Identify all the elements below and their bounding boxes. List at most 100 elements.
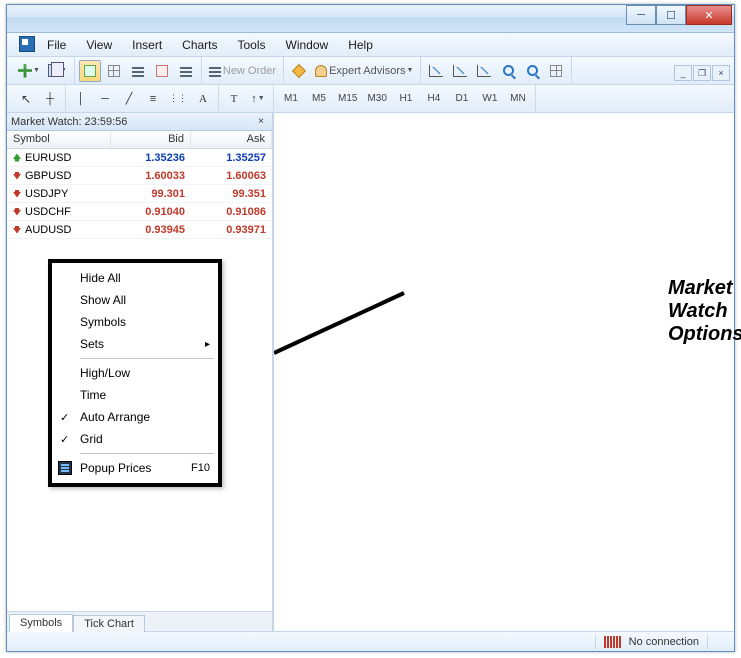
table-row[interactable]: GBPUSD1.600331.60063 [7, 167, 272, 185]
chart-bars-button[interactable] [425, 60, 447, 82]
tab-symbols[interactable]: Symbols [9, 614, 73, 632]
fibo-button[interactable]: ⋮⋮ [166, 88, 190, 110]
timeframe-w1[interactable]: W1 [477, 89, 503, 109]
market-watch-close-button[interactable]: × [254, 115, 268, 129]
table-row[interactable]: USDJPY99.30199.351 [7, 185, 272, 203]
list-icon [180, 65, 192, 77]
workspace: Market Watch: 23:59:56 × Symbol Bid Ask … [7, 113, 734, 631]
cm-hide-all[interactable]: Hide All [52, 267, 218, 289]
timeframe-m1[interactable]: M1 [278, 89, 304, 109]
close-button[interactable]: ✕ [686, 5, 732, 25]
market-watch-tabs: Symbols Tick Chart [7, 611, 272, 631]
titlebar: ─ ☐ ✕ [7, 5, 734, 33]
maximize-button[interactable]: ☐ [656, 5, 686, 25]
expert-advisors-button[interactable]: Expert Advisors▼ [312, 60, 416, 82]
market-watch-panel: Market Watch: 23:59:56 × Symbol Bid Ask … [7, 113, 274, 631]
tick-down-icon [13, 226, 21, 234]
diamond-icon [292, 63, 306, 77]
text-label-button[interactable]: T [223, 88, 245, 110]
grid-icon [108, 65, 120, 77]
cm-grid[interactable]: Grid [52, 428, 218, 450]
menu-insert[interactable]: Insert [122, 34, 172, 56]
market-watch-header: Market Watch: 23:59:56 × [7, 113, 272, 131]
timeframe-mn[interactable]: MN [505, 89, 531, 109]
timeframe-h4[interactable]: H4 [421, 89, 447, 109]
annotation-label: Market Watch Options [668, 277, 741, 346]
tick-down-icon [13, 190, 21, 198]
tick-down-icon [13, 208, 21, 216]
chart-icon [453, 65, 467, 77]
market-watch-context-menu: Hide All Show All Symbols Sets High/Low … [48, 259, 222, 487]
menu-charts[interactable]: Charts [172, 34, 227, 56]
crosshair-button[interactable]: ┼ [39, 88, 61, 110]
timeframe-m15[interactable]: M15 [334, 89, 361, 109]
profiles-button[interactable]: ▼ [45, 60, 70, 82]
horizontal-line-button[interactable]: ─ [94, 88, 116, 110]
connection-icon [604, 636, 621, 648]
timeframe-m5[interactable]: M5 [306, 89, 332, 109]
chart-icon [477, 65, 491, 77]
market-watch-button[interactable] [79, 60, 101, 82]
timeframe-h1[interactable]: H1 [393, 89, 419, 109]
cm-popup-prices[interactable]: Popup Prices F10 [52, 457, 218, 479]
cm-high-low[interactable]: High/Low [52, 362, 218, 384]
mdi-minimize-button[interactable]: _ [674, 65, 692, 81]
col-ask[interactable]: Ask [191, 131, 272, 148]
arrows-button[interactable]: ↑▼ [247, 88, 269, 110]
zoom-in-button[interactable] [497, 60, 519, 82]
chart-icon [429, 65, 443, 77]
col-symbol[interactable]: Symbol [7, 131, 111, 148]
strategy-tester-button[interactable] [175, 60, 197, 82]
market-watch-table: Symbol Bid Ask EURUSD1.352361.35257GBPUS… [7, 131, 272, 239]
cm-time[interactable]: Time [52, 384, 218, 406]
app-icon [19, 36, 35, 52]
panel-icon [156, 65, 168, 77]
toolbar-draw: ↖ ┼ │ ─ ╱ ≡ ⋮⋮ A T ↑▼ M1M5M15M30H1H4D1W1… [7, 85, 734, 113]
cm-symbols[interactable]: Symbols [52, 311, 218, 333]
zoom-out-button[interactable] [521, 60, 543, 82]
cursor-button[interactable]: ↖ [15, 88, 37, 110]
new-chart-button[interactable]: ▼ [15, 60, 43, 82]
table-row[interactable]: USDCHF0.910400.91086 [7, 203, 272, 221]
trendline-button[interactable]: ╱ [118, 88, 140, 110]
cm-show-all[interactable]: Show All [52, 289, 218, 311]
chart-candles-button[interactable] [449, 60, 471, 82]
navigator-button[interactable] [127, 60, 149, 82]
channel-button[interactable]: ≡ [142, 88, 164, 110]
auto-scroll-button[interactable] [545, 60, 567, 82]
zoom-out-icon [527, 65, 538, 76]
text-button[interactable]: A [192, 88, 214, 110]
data-window-button[interactable] [103, 60, 125, 82]
toolbar-main: ▼ ▼ New Order Expert Advisors▼ [7, 57, 734, 85]
tick-down-icon [13, 172, 21, 180]
zoom-in-icon [503, 65, 514, 76]
mdi-restore-button[interactable]: ❐ [693, 65, 711, 81]
table-row[interactable]: EURUSD1.352361.35257 [7, 149, 272, 167]
tick-up-icon [13, 154, 21, 162]
menu-window[interactable]: Window [276, 34, 339, 56]
menu-file[interactable]: File [37, 34, 76, 56]
popup-icon [58, 461, 72, 475]
app-window: ─ ☐ ✕ File View Insert Charts Tools Wind… [6, 4, 735, 652]
order-icon [209, 65, 221, 77]
terminal-button[interactable] [151, 60, 173, 82]
cm-sets[interactable]: Sets [52, 333, 218, 355]
menu-view[interactable]: View [76, 34, 122, 56]
menu-tools[interactable]: Tools [228, 34, 276, 56]
list-icon [132, 65, 144, 77]
plus-icon [18, 64, 32, 78]
col-bid[interactable]: Bid [111, 131, 191, 148]
vertical-line-button[interactable]: │ [70, 88, 92, 110]
minimize-button[interactable]: ─ [626, 5, 656, 25]
chart-line-button[interactable] [473, 60, 495, 82]
metaeditor-button[interactable] [288, 60, 310, 82]
tab-tick-chart[interactable]: Tick Chart [73, 615, 145, 632]
chart-area[interactable]: Market Watch Options [274, 113, 734, 631]
timeframe-d1[interactable]: D1 [449, 89, 475, 109]
new-order-button[interactable]: New Order [206, 60, 279, 82]
table-row[interactable]: AUDUSD0.939450.93971 [7, 221, 272, 239]
menu-help[interactable]: Help [338, 34, 383, 56]
mdi-close-button[interactable]: × [712, 65, 730, 81]
cm-auto-arrange[interactable]: Auto Arrange [52, 406, 218, 428]
timeframe-m30[interactable]: M30 [363, 89, 390, 109]
